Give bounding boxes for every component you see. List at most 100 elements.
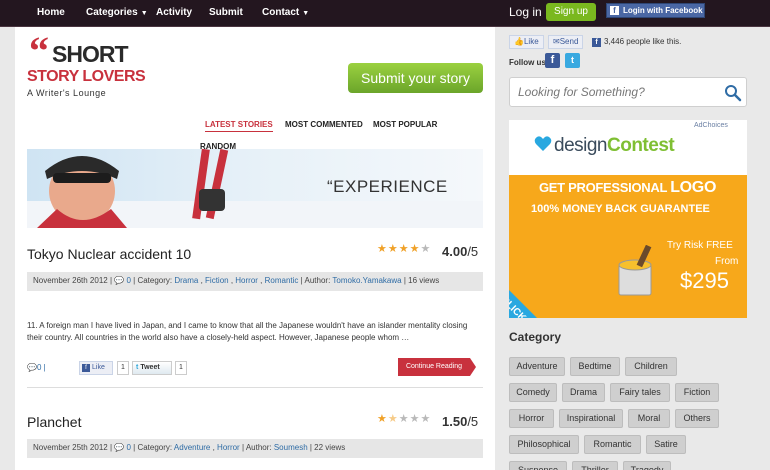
facebook-login-button[interactable]: f Login with Facebook — [606, 3, 705, 18]
category-tag[interactable]: Philosophical — [509, 435, 579, 454]
category-tag[interactable]: Inspirational — [559, 409, 623, 428]
ad-choices-link[interactable]: AdChoices — [694, 122, 728, 129]
facebook-icon: f — [610, 6, 619, 15]
category-tag[interactable]: Romantic — [584, 435, 641, 454]
nav-home[interactable]: Home — [37, 7, 65, 18]
search-icon[interactable] — [724, 84, 742, 102]
follow-us-label: Follow us — [509, 58, 546, 67]
category-link[interactable]: Romantic — [265, 276, 299, 285]
facebook-like-button[interactable]: 👍Like — [509, 35, 544, 49]
category-tag[interactable]: Drama — [562, 383, 605, 402]
ad-try-text: Try Risk FREE — [667, 240, 733, 251]
category-tag[interactable]: Fairy tales — [610, 383, 670, 402]
category-tag[interactable]: Suspense — [509, 461, 567, 470]
like-count: 1 — [117, 361, 129, 375]
logo-line1: SHORT — [52, 41, 128, 67]
chevron-down-icon: ▼ — [302, 10, 310, 17]
comments-link[interactable]: 0 — [126, 276, 130, 285]
mail-icon: ✉ — [553, 37, 560, 46]
twitter-follow-icon[interactable]: t — [565, 53, 580, 68]
featured-banner[interactable]: “EXPERIENCE — [27, 149, 483, 228]
facebook-like-button[interactable]: f Like — [79, 361, 113, 375]
post-rating: 1.50/5 — [442, 414, 479, 429]
ad-click-here[interactable]: CLICK HERE — [509, 270, 574, 318]
category-tag[interactable]: Children — [625, 357, 677, 376]
post-meta: November 25th 2012 | 💬 0 | Category: Adv… — [27, 439, 483, 458]
heart-logo-icon — [534, 136, 552, 151]
nav-contact[interactable]: Contact ▼ — [262, 7, 309, 18]
category-tag[interactable]: Adventure — [509, 357, 565, 376]
ad-subheadline: 100% MONEY BACK GUARANTEE — [531, 203, 710, 215]
star-rating: ★ ★ ★ ★ ★ — [377, 414, 430, 425]
post-divider — [27, 387, 483, 388]
nav-categories[interactable]: Categories ▼ — [86, 7, 148, 18]
post-meta: November 26th 2012 | 💬 0 | Category: Dra… — [27, 272, 483, 291]
star-icon: ★ — [377, 243, 387, 255]
top-navigation-bar: Home Categories ▼ Activity Submit Contact… — [0, 0, 770, 27]
author-link[interactable]: Soumesh — [274, 443, 308, 452]
star-icon: ★ — [398, 413, 409, 425]
facebook-send-button[interactable]: ✉Send — [548, 35, 584, 49]
tab-most-commented[interactable]: MOST COMMENTED — [285, 120, 363, 129]
tab-most-popular[interactable]: MOST POPULAR — [373, 120, 437, 129]
post-rating: 4.00/5 — [442, 244, 479, 259]
login-link[interactable]: Log in — [509, 5, 542, 19]
tweet-count: 1 — [175, 361, 187, 375]
category-tag[interactable]: Fiction — [675, 383, 719, 402]
category-tag[interactable]: Horror — [509, 409, 554, 428]
signup-button[interactable]: Sign up — [546, 3, 596, 21]
main-content: “ SHORT STORY LOVERS A Writer's Lounge S… — [15, 27, 495, 470]
category-tag[interactable]: Comedy — [509, 383, 557, 402]
continue-reading-button[interactable]: Continue Reading — [398, 358, 470, 376]
facebook-follow-icon[interactable]: f — [545, 53, 560, 68]
search-input[interactable] — [518, 85, 718, 99]
star-icon: ★ — [420, 243, 431, 255]
paint-can-icon — [618, 245, 652, 296]
category-tag[interactable]: Thriller — [572, 461, 618, 470]
category-tag[interactable]: Moral — [628, 409, 670, 428]
nav-submit[interactable]: Submit — [209, 7, 243, 18]
sidebar: 👍Like ✉Send f 3,446 people like this. Fol… — [497, 27, 770, 470]
category-tag[interactable]: Satire — [646, 435, 686, 454]
ad-price: $295 — [680, 268, 729, 293]
ad-from-text: From — [715, 256, 739, 267]
category-tag[interactable]: Bedtime — [570, 357, 620, 376]
category-link[interactable]: Adventure — [174, 443, 210, 452]
footer-comment-count[interactable]: 💬0 | — [27, 363, 46, 372]
star-icon: ★ — [387, 413, 398, 425]
logo-tagline: A Writer's Lounge — [27, 88, 107, 98]
post-title[interactable]: Tokyo Nuclear accident 10 — [27, 246, 191, 262]
comment-icon: 💬 — [27, 363, 37, 372]
continue-arrow — [470, 358, 476, 376]
chevron-down-icon: ▼ — [140, 10, 148, 17]
comment-icon: 💬 — [114, 443, 125, 452]
post-excerpt: 11. A foreign man I have lived in Japan,… — [27, 321, 468, 342]
advertisement-banner[interactable]: AdChoices designContest GET PROFESSIONAL… — [509, 120, 747, 318]
nav-activity[interactable]: Activity — [156, 7, 192, 18]
star-icon: ★ — [387, 243, 398, 255]
category-heading: Category — [509, 330, 562, 344]
category-link[interactable]: Fiction — [205, 276, 229, 285]
star-rating: ★ ★ ★ ★ ★ — [377, 244, 430, 255]
category-link[interactable]: Drama — [174, 276, 198, 285]
submit-story-button[interactable]: Submit your story — [348, 63, 483, 93]
category-tag[interactable]: Others — [675, 409, 719, 428]
star-icon: ★ — [377, 413, 387, 425]
star-icon: ★ — [409, 413, 420, 425]
star-icon: ★ — [398, 243, 409, 255]
comments-link[interactable]: 0 — [126, 443, 130, 452]
author-link[interactable]: Tomoko.Yamakawa — [332, 276, 401, 285]
category-tag[interactable]: Tragedy — [623, 461, 671, 470]
star-icon: ★ — [409, 243, 420, 255]
star-icon: ★ — [420, 413, 431, 425]
post-title[interactable]: Planchet — [27, 414, 81, 430]
twitter-bird-icon: t — [136, 364, 139, 371]
ad-headline: GET PROFESSIONAL LOGO — [539, 179, 717, 196]
comment-icon: 💬 — [114, 276, 125, 285]
tweet-button[interactable]: t Tweet — [132, 361, 172, 375]
category-link[interactable]: Horror — [235, 276, 258, 285]
tab-latest-stories[interactable]: LATEST STORIES — [205, 120, 273, 132]
category-link[interactable]: Horror — [217, 443, 240, 452]
ad-brand: designContest — [554, 135, 675, 156]
logo-quote-mark: “ — [29, 28, 49, 73]
